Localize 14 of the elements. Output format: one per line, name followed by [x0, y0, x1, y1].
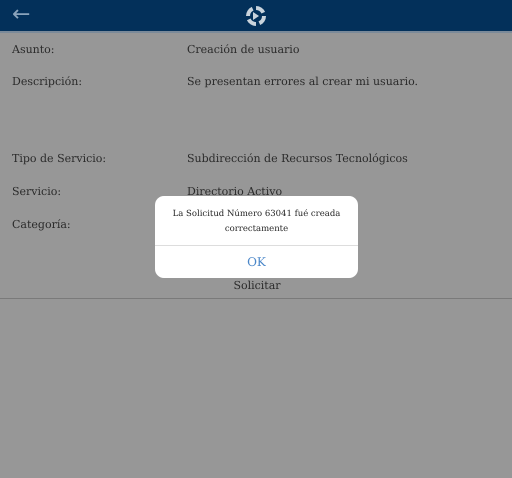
alert-message: La Solicitud Número 63041 fué creada correctamente — [155, 196, 358, 246]
field-value: Creación de usuario — [187, 43, 300, 56]
field-label: Tipo de Servicio: — [12, 152, 108, 165]
logo-icon — [245, 4, 267, 26]
field-label: Asunto: — [12, 43, 56, 56]
back-button[interactable]: ← — [8, 3, 34, 27]
field-label: Servicio: — [12, 185, 62, 198]
field-label: Categoría: — [12, 218, 72, 231]
field-value: Subdirección de Recursos Tecnológicos — [187, 152, 408, 165]
field-value: Directorio Activo — [187, 185, 282, 198]
field-value: Se presentan errores al crear mi usuario. — [187, 75, 418, 88]
submit-button[interactable]: Solicitar — [233, 279, 281, 292]
ok-button[interactable]: OK — [239, 250, 274, 274]
field-label: Descripción: — [12, 75, 84, 88]
